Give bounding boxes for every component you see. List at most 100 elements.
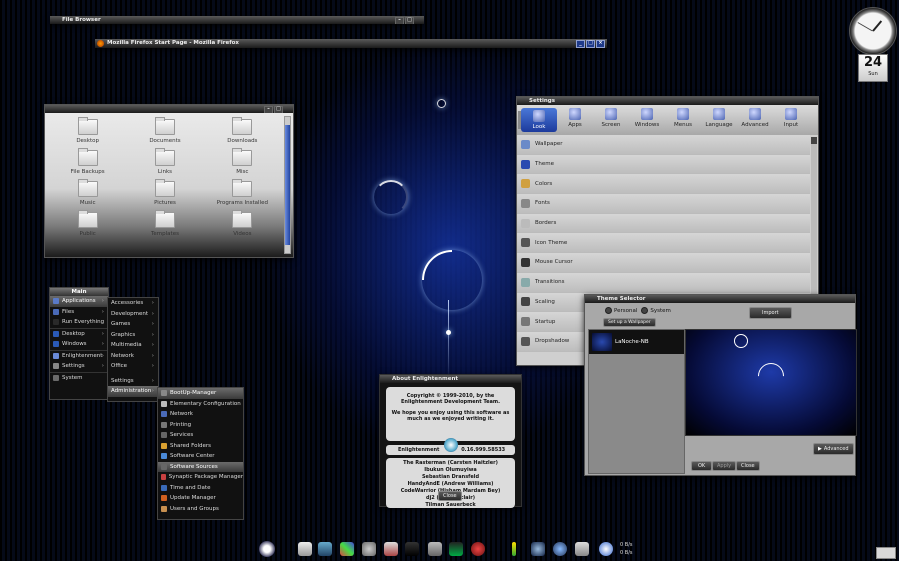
folder-item[interactable]: Templates [126, 210, 203, 237]
main-menu-item[interactable]: Run Everything [50, 317, 108, 329]
settings-row[interactable]: Icon Theme [517, 233, 810, 254]
admin-menu-item[interactable]: Services [158, 430, 243, 441]
admin-menu-item[interactable]: BootUp-Manager [158, 388, 243, 399]
admin-menu-item[interactable]: Software Sources [158, 461, 243, 472]
settings-tab[interactable]: Menus [665, 108, 701, 132]
cpu-icon[interactable] [553, 542, 567, 556]
settings-scroll-left[interactable] [518, 111, 521, 129]
import-button[interactable]: Import [749, 307, 792, 319]
main-menu-item[interactable]: Windows › [50, 339, 108, 351]
apps-menu-item[interactable]: Games › [108, 319, 158, 330]
apps-menu-item[interactable]: Accessories › [108, 298, 158, 309]
admin-menu-item[interactable]: Users and Groups [158, 504, 243, 515]
apps-menu-item[interactable]: Administration › [108, 386, 158, 397]
folder-item[interactable]: Music [49, 179, 126, 206]
main-menu-item[interactable]: System [50, 373, 108, 384]
admin-menu-item[interactable]: Elementary Configuration [158, 399, 243, 410]
folder-item[interactable]: File Backups [49, 148, 126, 175]
maximize-button[interactable]: □ [274, 106, 283, 113]
settings-row[interactable]: Wallpaper [517, 135, 810, 155]
settings-tab[interactable]: Look [521, 108, 557, 132]
start-menu-e-icon[interactable] [259, 541, 275, 557]
apps-menu-item[interactable]: Office › [108, 361, 158, 372]
minimize-button[interactable]: – [264, 106, 273, 113]
settings-tab[interactable]: Apps [557, 108, 593, 132]
close-button[interactable]: × [596, 40, 605, 48]
apps-menu-item[interactable]: Network › [108, 351, 158, 362]
main-menu-item[interactable]: Settings › [50, 361, 108, 373]
settings-row[interactable]: Borders [517, 213, 810, 234]
admin-menu-item[interactable]: Time and Date [158, 483, 243, 494]
titlebar[interactable]: File Browser – □ [50, 16, 424, 24]
about-enlightenment-window[interactable]: About Enlightenment Copyright © 1999-201… [379, 374, 522, 508]
scrollbar-up-arrow[interactable] [811, 137, 817, 144]
folder-item[interactable]: Links [126, 148, 203, 175]
main-menu-item[interactable]: Applications › [50, 296, 108, 307]
folder-item[interactable]: Videos [204, 210, 281, 237]
system-monitor-icon[interactable] [449, 542, 463, 556]
admin-menu-item[interactable]: Network [158, 409, 243, 420]
search-icon[interactable] [362, 542, 376, 556]
terminal-icon[interactable] [405, 542, 419, 556]
settings-row[interactable]: Mouse Cursor [517, 253, 810, 273]
file-manager-icon[interactable] [298, 542, 312, 556]
folder-item[interactable]: Programs Installed [204, 179, 281, 206]
admin-menu-item[interactable]: Printing [158, 420, 243, 431]
calendar-gadget[interactable]: 24 Sun [858, 54, 888, 82]
maximize-button[interactable]: □ [405, 17, 414, 24]
apps-menu-item[interactable]: Multimedia › [108, 340, 158, 351]
volume-icon[interactable] [428, 542, 442, 556]
clock-gadget[interactable] [849, 7, 897, 55]
setup-wallpaper-button[interactable]: Set up a Wallpaper [603, 318, 656, 327]
folder-item[interactable]: Documents [126, 117, 203, 144]
titlebar[interactable]: About Enlightenment [380, 375, 521, 383]
settings-row[interactable]: Fonts [517, 194, 810, 214]
settings-tab[interactable]: Advanced [737, 108, 773, 132]
bluetooth-icon[interactable] [599, 542, 613, 556]
scrollbar-thumb[interactable] [285, 125, 290, 245]
radio-system[interactable] [641, 307, 649, 314]
folder-item[interactable]: Downloads [204, 117, 281, 144]
settings-row[interactable]: Transitions [517, 272, 810, 293]
photo-viewer-icon[interactable] [318, 542, 332, 556]
main-menu-item[interactable]: Enlightenment › [50, 351, 108, 362]
trash-icon[interactable] [575, 542, 589, 556]
titlebar[interactable]: Settings [517, 97, 818, 105]
titlebar[interactable]: – □ [45, 105, 293, 113]
main-menu-item[interactable]: Files › [50, 307, 108, 318]
admin-menu-item[interactable]: Shared Folders [158, 441, 243, 452]
settings-tab[interactable]: Screen [593, 108, 629, 132]
maximize-button[interactable]: □ [586, 40, 595, 48]
close-button[interactable]: Close [736, 461, 760, 471]
folder-item[interactable]: Public [49, 210, 126, 237]
theme-list-item[interactable]: LaNoche-NB [589, 330, 684, 354]
record-icon[interactable] [471, 542, 485, 556]
radio-personal[interactable] [605, 307, 612, 314]
titlebar[interactable]: Mozilla Firefox Start Page - Mozilla Fir… [95, 39, 607, 48]
systray-icon[interactable] [876, 547, 896, 559]
penguin-icon[interactable] [531, 542, 545, 556]
folder-item[interactable]: Pictures [126, 179, 203, 206]
advanced-button[interactable]: ▶ Advanced [813, 443, 854, 455]
settings-row[interactable]: Colors [517, 174, 810, 195]
ok-button[interactable]: OK [691, 461, 713, 471]
folder-window[interactable]: – □ Desktop Documents Downloads File Backup… [44, 104, 294, 258]
main-menu-item[interactable]: Desktop › [50, 329, 108, 340]
admin-menu-item[interactable]: Synaptic Package Manager [158, 472, 243, 483]
folder-item[interactable]: Desktop [49, 117, 126, 144]
settings-tab[interactable]: Input [773, 108, 809, 132]
file-browser-shaded-window[interactable]: File Browser – □ [50, 16, 424, 24]
battery-icon[interactable] [512, 542, 516, 556]
magic-wand-icon[interactable] [340, 542, 354, 556]
titlebar[interactable]: Theme Selector [585, 295, 855, 303]
apps-menu-item[interactable]: Development › [108, 309, 158, 320]
apps-menu-item[interactable]: Settings › [108, 376, 158, 387]
minimize-button[interactable]: _ [576, 40, 585, 48]
package-icon[interactable] [384, 542, 398, 556]
settings-tab[interactable]: Language [701, 108, 737, 132]
firefox-shaded-window[interactable]: Mozilla Firefox Start Page - Mozilla Fir… [95, 39, 607, 48]
settings-tab[interactable]: Windows [629, 108, 665, 132]
folder-scrollbar[interactable] [284, 116, 291, 254]
admin-menu-item[interactable]: Software Center [158, 451, 243, 462]
minimize-button[interactable]: – [395, 17, 404, 24]
